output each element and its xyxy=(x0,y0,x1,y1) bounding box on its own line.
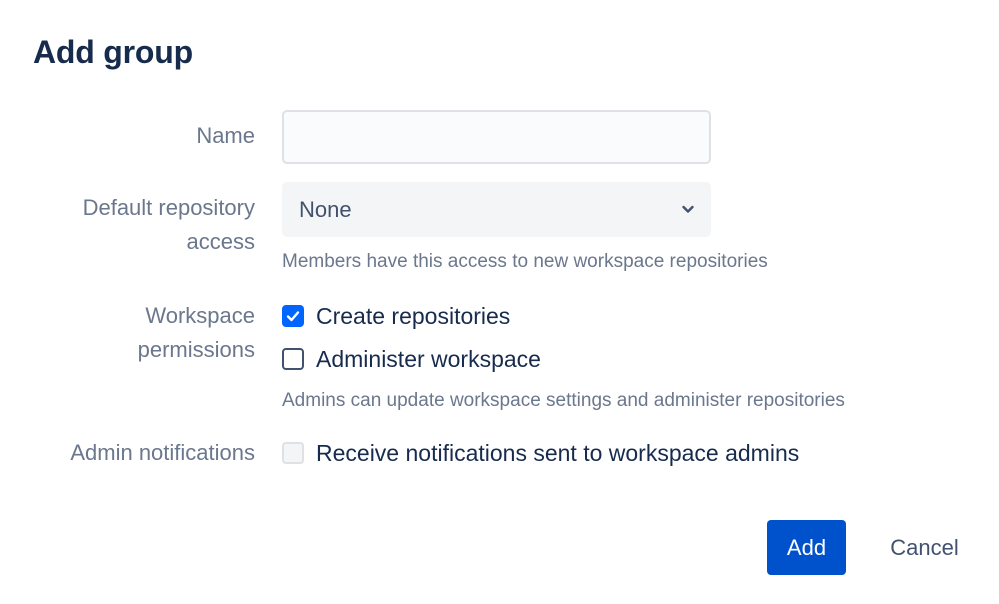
default-access-selected-value: None xyxy=(299,197,352,222)
check-icon xyxy=(286,311,300,322)
dialog-title: Add group xyxy=(33,34,193,70)
add-button[interactable]: Add xyxy=(767,520,846,575)
name-label: Name xyxy=(196,123,255,148)
add-group-dialog: Add group Name Default repository access… xyxy=(0,0,999,604)
cancel-button[interactable]: Cancel xyxy=(872,520,977,575)
workspace-permissions-label: Workspace permissions xyxy=(138,299,255,367)
admin-notifications-label: Admin notifications xyxy=(70,440,255,465)
receive-notifications-checkbox[interactable] xyxy=(282,442,304,464)
default-access-label-line2: access xyxy=(186,229,255,254)
workspace-permissions-label-line2: permissions xyxy=(137,337,255,362)
workspace-permissions-helper: Admins can update workspace settings and… xyxy=(282,390,845,411)
administer-workspace-option[interactable]: Administer workspace xyxy=(282,344,541,374)
default-access-select[interactable]: None xyxy=(282,182,711,237)
create-repositories-label: Create repositories xyxy=(316,302,511,329)
create-repositories-checkbox[interactable] xyxy=(282,305,304,327)
create-repositories-option[interactable]: Create repositories xyxy=(282,301,510,331)
administer-workspace-label: Administer workspace xyxy=(316,345,541,372)
chevron-down-icon xyxy=(682,205,694,213)
receive-notifications-label: Receive notifications sent to workspace … xyxy=(316,439,800,466)
default-access-label-line1: Default repository xyxy=(82,195,255,220)
default-access-helper: Members have this access to new workspac… xyxy=(282,251,768,272)
administer-workspace-checkbox[interactable] xyxy=(282,348,304,370)
default-access-label: Default repository access xyxy=(83,191,255,259)
workspace-permissions-label-line1: Workspace xyxy=(145,303,255,328)
name-input[interactable] xyxy=(282,110,711,164)
receive-notifications-option[interactable]: Receive notifications sent to workspace … xyxy=(282,438,799,468)
